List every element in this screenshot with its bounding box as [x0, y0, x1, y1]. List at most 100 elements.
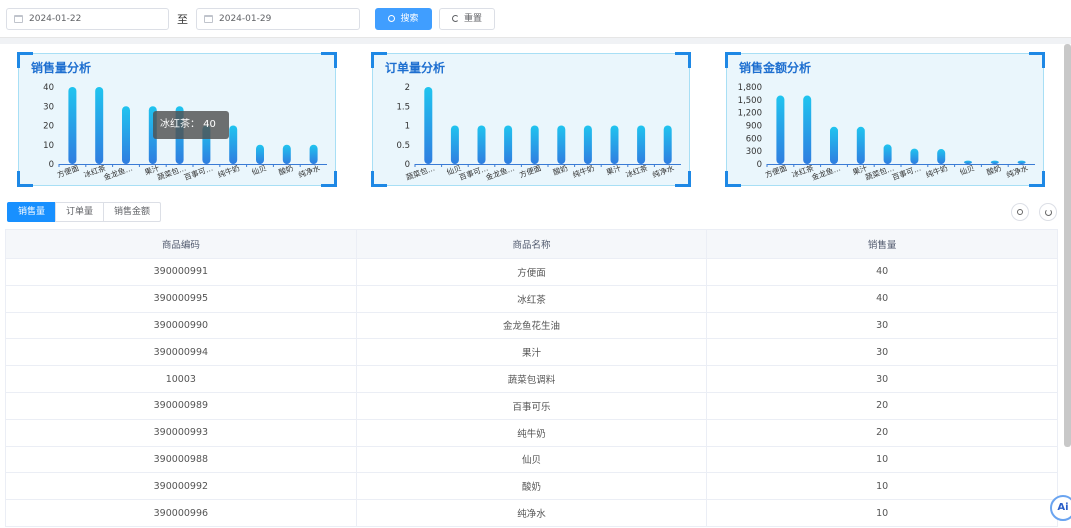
column-header-name[interactable]: 商品名称: [355, 229, 708, 259]
sales-table: 商品编码 商品名称 销售量 390000991 方便面 40 390000995 冰红茶…: [5, 229, 1058, 527]
tab-sales-volume[interactable]: 销售量: [7, 202, 57, 222]
y-tick-label: 1,800: [738, 83, 762, 93]
x-tick-label: 百事可…: [890, 162, 922, 182]
x-tick-label: 百事可…: [458, 162, 490, 182]
bar[interactable]: [663, 125, 672, 165]
bar[interactable]: [530, 125, 539, 165]
table-row[interactable]: 390000990 金龙鱼花生油 30: [5, 312, 1058, 340]
cell-code: 390000990: [5, 312, 357, 340]
cell-name: 纯净水: [355, 499, 708, 527]
y-tick-label: 20: [43, 122, 54, 132]
search-button[interactable]: 搜索: [375, 8, 432, 30]
bar[interactable]: [504, 125, 513, 165]
filter-bar: 2024-01-22 至 2024-01-29 搜索 重置: [0, 0, 1071, 38]
y-tick-label: 0: [757, 160, 762, 170]
bar[interactable]: [282, 144, 291, 164]
page-scrollbar[interactable]: [1064, 44, 1071, 447]
x-tick-label: 蔬菜包…: [864, 162, 896, 182]
end-date-input[interactable]: 2024-01-29: [196, 8, 360, 30]
cell-volume: 30: [706, 365, 1058, 393]
bar[interactable]: [856, 126, 865, 164]
bar[interactable]: [68, 87, 77, 164]
table-row[interactable]: 390000996 纯净水 10: [5, 499, 1058, 527]
end-date-value: 2024-01-29: [219, 14, 272, 24]
bar[interactable]: [122, 106, 130, 164]
bar[interactable]: [830, 126, 838, 164]
bar[interactable]: [776, 95, 785, 164]
date-range-separator: 至: [177, 13, 188, 26]
start-date-value: 2024-01-22: [29, 14, 82, 24]
panel-corner: [725, 171, 741, 187]
y-tick-label: 0.5: [396, 141, 410, 151]
tab-order-count[interactable]: 订单量: [55, 202, 105, 222]
bar[interactable]: [610, 125, 619, 165]
x-tick-label: 金龙鱼…: [102, 162, 134, 182]
bar[interactable]: [229, 125, 238, 165]
x-tick-label: 百事可…: [182, 162, 214, 182]
search-button-label: 搜索: [400, 14, 419, 24]
panel-corner: [321, 171, 337, 187]
cell-volume: 30: [706, 338, 1058, 367]
cell-volume: 30: [706, 312, 1058, 340]
column-header-code[interactable]: 商品编码: [5, 229, 357, 259]
table-search-button[interactable]: [1011, 203, 1029, 221]
cell-code: 390000992: [5, 472, 357, 501]
cell-volume: 20: [706, 392, 1058, 420]
y-tick-label: 1,500: [738, 96, 762, 106]
bar[interactable]: [95, 87, 104, 164]
bar[interactable]: [910, 148, 919, 164]
x-tick-label: 金龙鱼…: [484, 162, 516, 182]
table-header-row: 商品编码 商品名称 销售量: [5, 229, 1058, 259]
column-header-volume[interactable]: 销售量: [706, 229, 1058, 259]
search-icon: [388, 15, 396, 22]
calendar-icon: [14, 15, 23, 23]
ai-assistant-button[interactable]: Ai: [1050, 495, 1071, 521]
table-refresh-button[interactable]: [1039, 203, 1057, 221]
cell-code: 390000989: [5, 392, 357, 420]
cell-code: 390000995: [5, 285, 357, 313]
table-row[interactable]: 390000991 方便面 40: [5, 258, 1058, 286]
bar[interactable]: [477, 125, 486, 165]
bar[interactable]: [309, 144, 318, 164]
cell-code: 390000988: [5, 446, 357, 474]
bar[interactable]: [937, 149, 946, 164]
cell-volume: 40: [706, 285, 1058, 313]
tab-sales-amount[interactable]: 销售金额: [103, 202, 162, 222]
y-tick-label: 900: [746, 122, 762, 132]
table-row[interactable]: 390000989 百事可乐 20: [5, 392, 1058, 420]
panel-title: 销售金额分析: [739, 61, 812, 75]
bar[interactable]: [637, 125, 646, 165]
panel-corner: [1029, 171, 1045, 187]
y-tick-label: 40: [43, 83, 54, 93]
cell-code: 390000993: [5, 419, 357, 447]
bar[interactable]: [450, 125, 459, 165]
table-row[interactable]: 390000995 冰红茶 40: [5, 285, 1058, 313]
start-date-input[interactable]: 2024-01-22: [6, 8, 169, 30]
bar[interactable]: [256, 144, 264, 164]
metric-tabs: 销售量 订单量 销售金额: [7, 202, 162, 222]
bar[interactable]: [583, 125, 592, 165]
cell-name: 冰红茶: [355, 285, 708, 313]
table-row[interactable]: 390000988 仙贝 10: [5, 446, 1058, 474]
bar[interactable]: [557, 125, 566, 165]
table-row[interactable]: 390000994 果汁 30: [5, 338, 1058, 367]
reset-button-label: 重置: [463, 14, 482, 24]
panel-corner: [1029, 52, 1045, 68]
table-row[interactable]: 390000993 纯牛奶 20: [5, 419, 1058, 447]
table-row[interactable]: 390000992 酸奶 10: [5, 472, 1058, 501]
chart-tooltip: 冰红茶： 40: [153, 111, 229, 139]
cell-code: 10003: [5, 365, 357, 393]
cell-volume: 10: [706, 472, 1058, 501]
bar[interactable]: [424, 87, 433, 164]
y-tick-label: 10: [43, 141, 54, 151]
bar[interactable]: [803, 95, 812, 164]
bar[interactable]: [883, 144, 892, 164]
y-tick-label: 1,200: [738, 109, 762, 119]
table-row[interactable]: 10003 蔬菜包调料 30: [5, 365, 1058, 393]
search-icon: [1017, 209, 1023, 215]
cell-volume: 10: [706, 499, 1058, 527]
x-tick-label: 蔬菜包…: [156, 162, 188, 182]
reset-button[interactable]: 重置: [439, 8, 495, 30]
panel-corner: [17, 171, 33, 187]
order-count-panel: 0 0.5 1 1.5 2 蔬菜包… 仙贝 百事可… 金龙鱼… 方便面 酸奶 纯牛奶 果汁 冰红茶 纯净水 …: [371, 52, 691, 187]
